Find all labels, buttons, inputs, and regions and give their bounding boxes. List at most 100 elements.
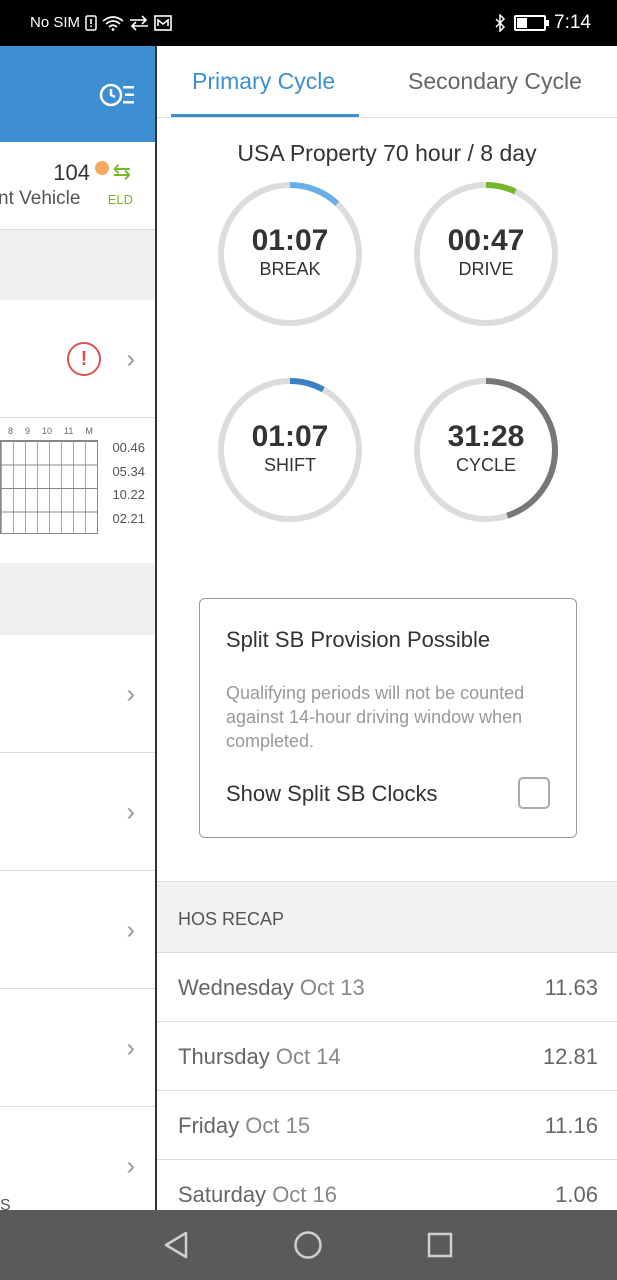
list-item[interactable]: › S (0, 1107, 155, 1211)
cycle-time: 31:28 (447, 420, 525, 453)
recap-weekday: Saturday (178, 1182, 267, 1207)
chevron-right-icon: › (126, 343, 135, 373)
cycle-title: USA Property 70 hour / 8 day (237, 140, 537, 166)
section-divider (0, 563, 155, 635)
vehicle-number: 104 (53, 160, 90, 185)
recap-hours: 1.06 (555, 1182, 598, 1207)
recap-day: Wednesday Oct 13 (178, 975, 365, 1001)
graph-hour-label: M (85, 426, 93, 436)
recents-square-icon[interactable] (426, 1230, 454, 1260)
list-item[interactable]: › (0, 753, 155, 871)
clock-list-icon[interactable] (99, 82, 135, 108)
shift-gauge[interactable]: 01:07 SHIFT (216, 376, 364, 524)
chevron-right-icon: › (126, 796, 135, 826)
hos-panel: Primary Cycle Secondary Cycle USA Proper… (155, 46, 617, 1210)
recap-header: HOS RECAP (157, 881, 617, 953)
chevron-right-icon: › (126, 1150, 135, 1181)
recap-row[interactable]: Thursday Oct 14 12.81 (157, 1022, 617, 1091)
alert-icon: ! (67, 342, 101, 376)
chevron-right-icon: › (126, 678, 135, 708)
split-sb-card: Split SB Provision Possible Qualifying p… (199, 598, 577, 838)
background-header (0, 46, 155, 142)
recap-date: Oct 15 (245, 1113, 311, 1138)
chevron-right-icon: › (126, 1032, 135, 1062)
recap-hours: 11.16 (544, 1113, 598, 1138)
cycle-tabs: Primary Cycle Secondary Cycle (157, 46, 617, 118)
recap-header-label: HOS RECAP (178, 909, 285, 929)
back-triangle-icon[interactable] (162, 1230, 190, 1260)
sim-alert-icon (85, 14, 97, 31)
recap-date: Oct 14 (275, 1044, 341, 1069)
active-tab-indicator (171, 114, 359, 117)
list-item[interactable]: › (0, 635, 155, 753)
status-dot (95, 161, 109, 175)
break-label: BREAK (259, 259, 321, 279)
battery-icon (514, 15, 550, 31)
chevron-right-icon: › (126, 914, 135, 944)
graph-hour-label: 11 (64, 426, 74, 436)
recap-list: Wednesday Oct 13 11.63 Thursday Oct 14 1… (157, 953, 617, 1210)
break-time: 01:07 (251, 224, 329, 257)
carrier-text: No SIM (30, 14, 81, 31)
section-divider (0, 230, 155, 300)
alert-row[interactable]: ! › (0, 300, 155, 418)
graph-total: 02.21 (112, 510, 145, 526)
graph-grid (0, 440, 98, 534)
status-time: 7:14 (554, 12, 591, 33)
message-icon (154, 14, 172, 31)
recap-day: Thursday Oct 14 (178, 1044, 341, 1070)
home-circle-icon[interactable] (293, 1230, 323, 1260)
recap-day: Saturday Oct 16 (178, 1182, 337, 1208)
status-bar: No SIM 7:14 (0, 0, 617, 46)
graph-total: 00.46 (112, 440, 145, 455)
graph-hours: 8 9 10 11 M (0, 426, 93, 436)
recap-weekday: Wednesday (178, 975, 294, 1000)
log-graph[interactable]: 8 9 10 11 M 00.46 05.34 10.22 02.21 (0, 418, 155, 563)
drive-gauge[interactable]: 00:47 DRIVE (412, 180, 560, 328)
split-sb-description: Qualifying periods will not be counted a… (226, 683, 525, 751)
recap-row[interactable]: Saturday Oct 16 1.06 (157, 1160, 617, 1210)
recap-date: Oct 16 (272, 1182, 337, 1207)
graph-total: 05.34 (112, 463, 145, 479)
background-panel: 104 ⇆ nt Vehicle ELD ! › 8 9 10 11 M 00.… (0, 46, 155, 1210)
bluetooth-icon (495, 14, 506, 32)
recap-weekday: Thursday (178, 1044, 270, 1069)
recap-row[interactable]: Wednesday Oct 13 11.63 (157, 953, 617, 1022)
status-right: 7:14 (494, 12, 591, 34)
graph-totals: 00.46 05.34 10.22 02.21 (112, 436, 145, 530)
tab-primary-cycle[interactable]: Primary Cycle (192, 68, 335, 95)
recap-hours: 12.81 (542, 1044, 598, 1069)
status-left: No SIM (30, 14, 172, 31)
cycle-label: CYCLE (455, 455, 517, 475)
swap-arrows-icon[interactable]: ⇆ (113, 161, 131, 183)
list-item[interactable]: › (0, 871, 155, 989)
split-sb-option-label: Show Split SB Clocks (226, 781, 438, 806)
shift-label: SHIFT (264, 455, 316, 475)
vehicle-row[interactable]: 104 ⇆ nt Vehicle ELD (0, 142, 155, 230)
graph-total: 10.22 (112, 487, 145, 502)
hos-gauges: 01:07 BREAK 00:47 DRIVE 01:07 SHIFT 31:2… (157, 170, 617, 590)
list-item[interactable]: › (0, 989, 155, 1107)
cycle-gauge[interactable]: 31:28 CYCLE (412, 376, 560, 524)
list-item-subtext: S (0, 1197, 11, 1210)
drive-time: 00:47 (447, 224, 525, 257)
recap-hours: 11.63 (544, 975, 598, 1000)
recap-day: Friday Oct 15 (178, 1113, 310, 1139)
split-sb-checkbox[interactable] (518, 777, 550, 809)
graph-hour-label: 10 (42, 426, 53, 436)
graph-hour-label: 9 (25, 426, 31, 436)
eld-label: ELD (107, 192, 133, 207)
recap-date: Oct 13 (299, 975, 365, 1000)
graph-hour-label: 8 (8, 426, 14, 436)
recap-weekday: Friday (178, 1113, 240, 1138)
shift-time: 01:07 (251, 420, 329, 453)
data-transfer-icon (130, 14, 149, 31)
drive-label: DRIVE (458, 259, 514, 279)
recap-row[interactable]: Friday Oct 15 11.16 (157, 1091, 617, 1160)
vehicle-label: nt Vehicle (0, 188, 81, 209)
split-sb-title: Split SB Provision Possible (226, 627, 491, 652)
tab-secondary-cycle[interactable]: Secondary Cycle (408, 68, 582, 95)
wifi-icon (102, 15, 124, 31)
navigation-bar (0, 1210, 617, 1280)
break-gauge[interactable]: 01:07 BREAK (216, 180, 364, 328)
